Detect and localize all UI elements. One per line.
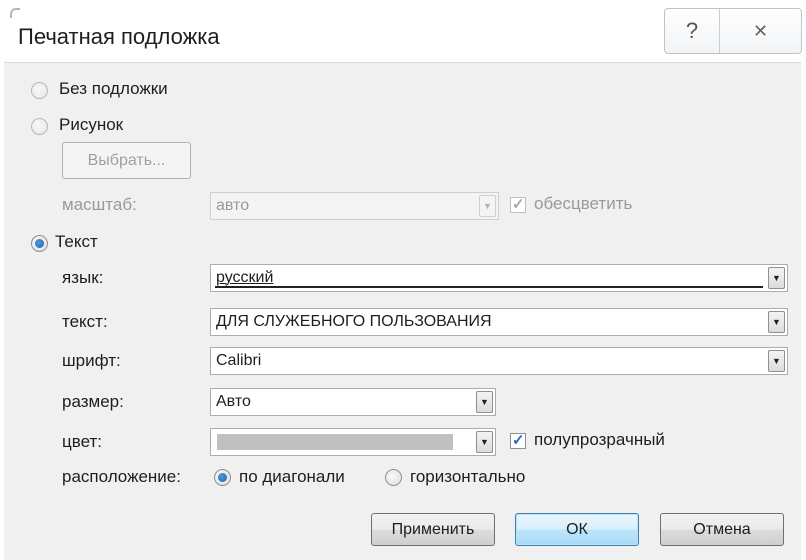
dropdown-arrow-icon[interactable]: ▼ (479, 195, 496, 217)
horizontal-radio[interactable] (385, 469, 402, 486)
color-combo[interactable]: ▼ (210, 428, 496, 456)
apply-button[interactable]: Применить (371, 513, 495, 546)
size-value: Авто (216, 393, 251, 410)
text-radio[interactable] (31, 235, 48, 252)
watermark-text-combo[interactable]: ДЛЯ СЛУЖЕБНОГО ПОЛЬЗОВАНИЯ ▼ (210, 308, 788, 336)
language-label: язык: (62, 268, 104, 287)
help-icon: ? (685, 18, 699, 43)
caption-buttons: ? ✕ (664, 8, 802, 54)
title-bar: Печатная подложка ? ✕ (0, 0, 806, 64)
dropdown-arrow-icon[interactable]: ▼ (768, 267, 785, 289)
scale-label: масштаб: (62, 195, 137, 214)
color-label: цвет: (62, 432, 102, 451)
washout-label[interactable]: обесцветить (534, 194, 632, 214)
size-label: размер: (62, 392, 124, 411)
window-corner (10, 8, 20, 18)
ok-button[interactable]: ОК (515, 513, 639, 546)
layout-label: расположение: (62, 467, 181, 486)
font-label: шрифт: (62, 351, 121, 370)
dialog-title: Печатная подложка (18, 24, 220, 49)
language-value: русский (216, 269, 274, 286)
font-value: Calibri (216, 352, 262, 369)
washout-checkbox[interactable] (510, 195, 526, 213)
language-combo[interactable]: русский ▼ (210, 264, 788, 292)
focus-indicator (215, 286, 763, 288)
help-button[interactable]: ? (665, 9, 719, 53)
watermark-text-value: ДЛЯ СЛУЖЕБНОГО ПОЛЬЗОВАНИЯ (216, 313, 492, 330)
scale-combo[interactable]: авто ▼ (210, 192, 499, 220)
cancel-button[interactable]: Отмена (660, 513, 784, 546)
close-button[interactable]: ✕ (720, 9, 801, 53)
scale-value: авто (216, 197, 250, 214)
dropdown-arrow-icon[interactable]: ▼ (476, 431, 493, 453)
diagonal-radio[interactable] (214, 469, 231, 486)
dropdown-arrow-icon[interactable]: ▼ (768, 311, 785, 333)
dropdown-arrow-icon[interactable]: ▼ (476, 391, 493, 413)
text-field-label: текст: (62, 312, 108, 331)
no-watermark-radio[interactable] (31, 82, 48, 99)
semitransparent-checkbox[interactable] (510, 431, 526, 449)
no-watermark-label[interactable]: Без подложки (59, 79, 168, 99)
dialog-content: Без подложки Рисунок Выбрать... масштаб:… (4, 62, 801, 560)
horizontal-label[interactable]: горизонтально (410, 467, 525, 487)
diagonal-label[interactable]: по диагонали (239, 467, 345, 487)
size-combo[interactable]: Авто ▼ (210, 388, 496, 416)
picture-radio[interactable] (31, 118, 48, 135)
picture-label[interactable]: Рисунок (59, 115, 123, 135)
dropdown-arrow-icon[interactable]: ▼ (768, 350, 785, 372)
text-option-label[interactable]: Текст (55, 232, 98, 252)
color-swatch (217, 434, 453, 450)
semitransparent-label[interactable]: полупрозрачный (534, 430, 665, 450)
font-combo[interactable]: Calibri ▼ (210, 347, 788, 375)
close-icon: ✕ (752, 20, 769, 41)
select-picture-button[interactable]: Выбрать... (62, 142, 191, 179)
